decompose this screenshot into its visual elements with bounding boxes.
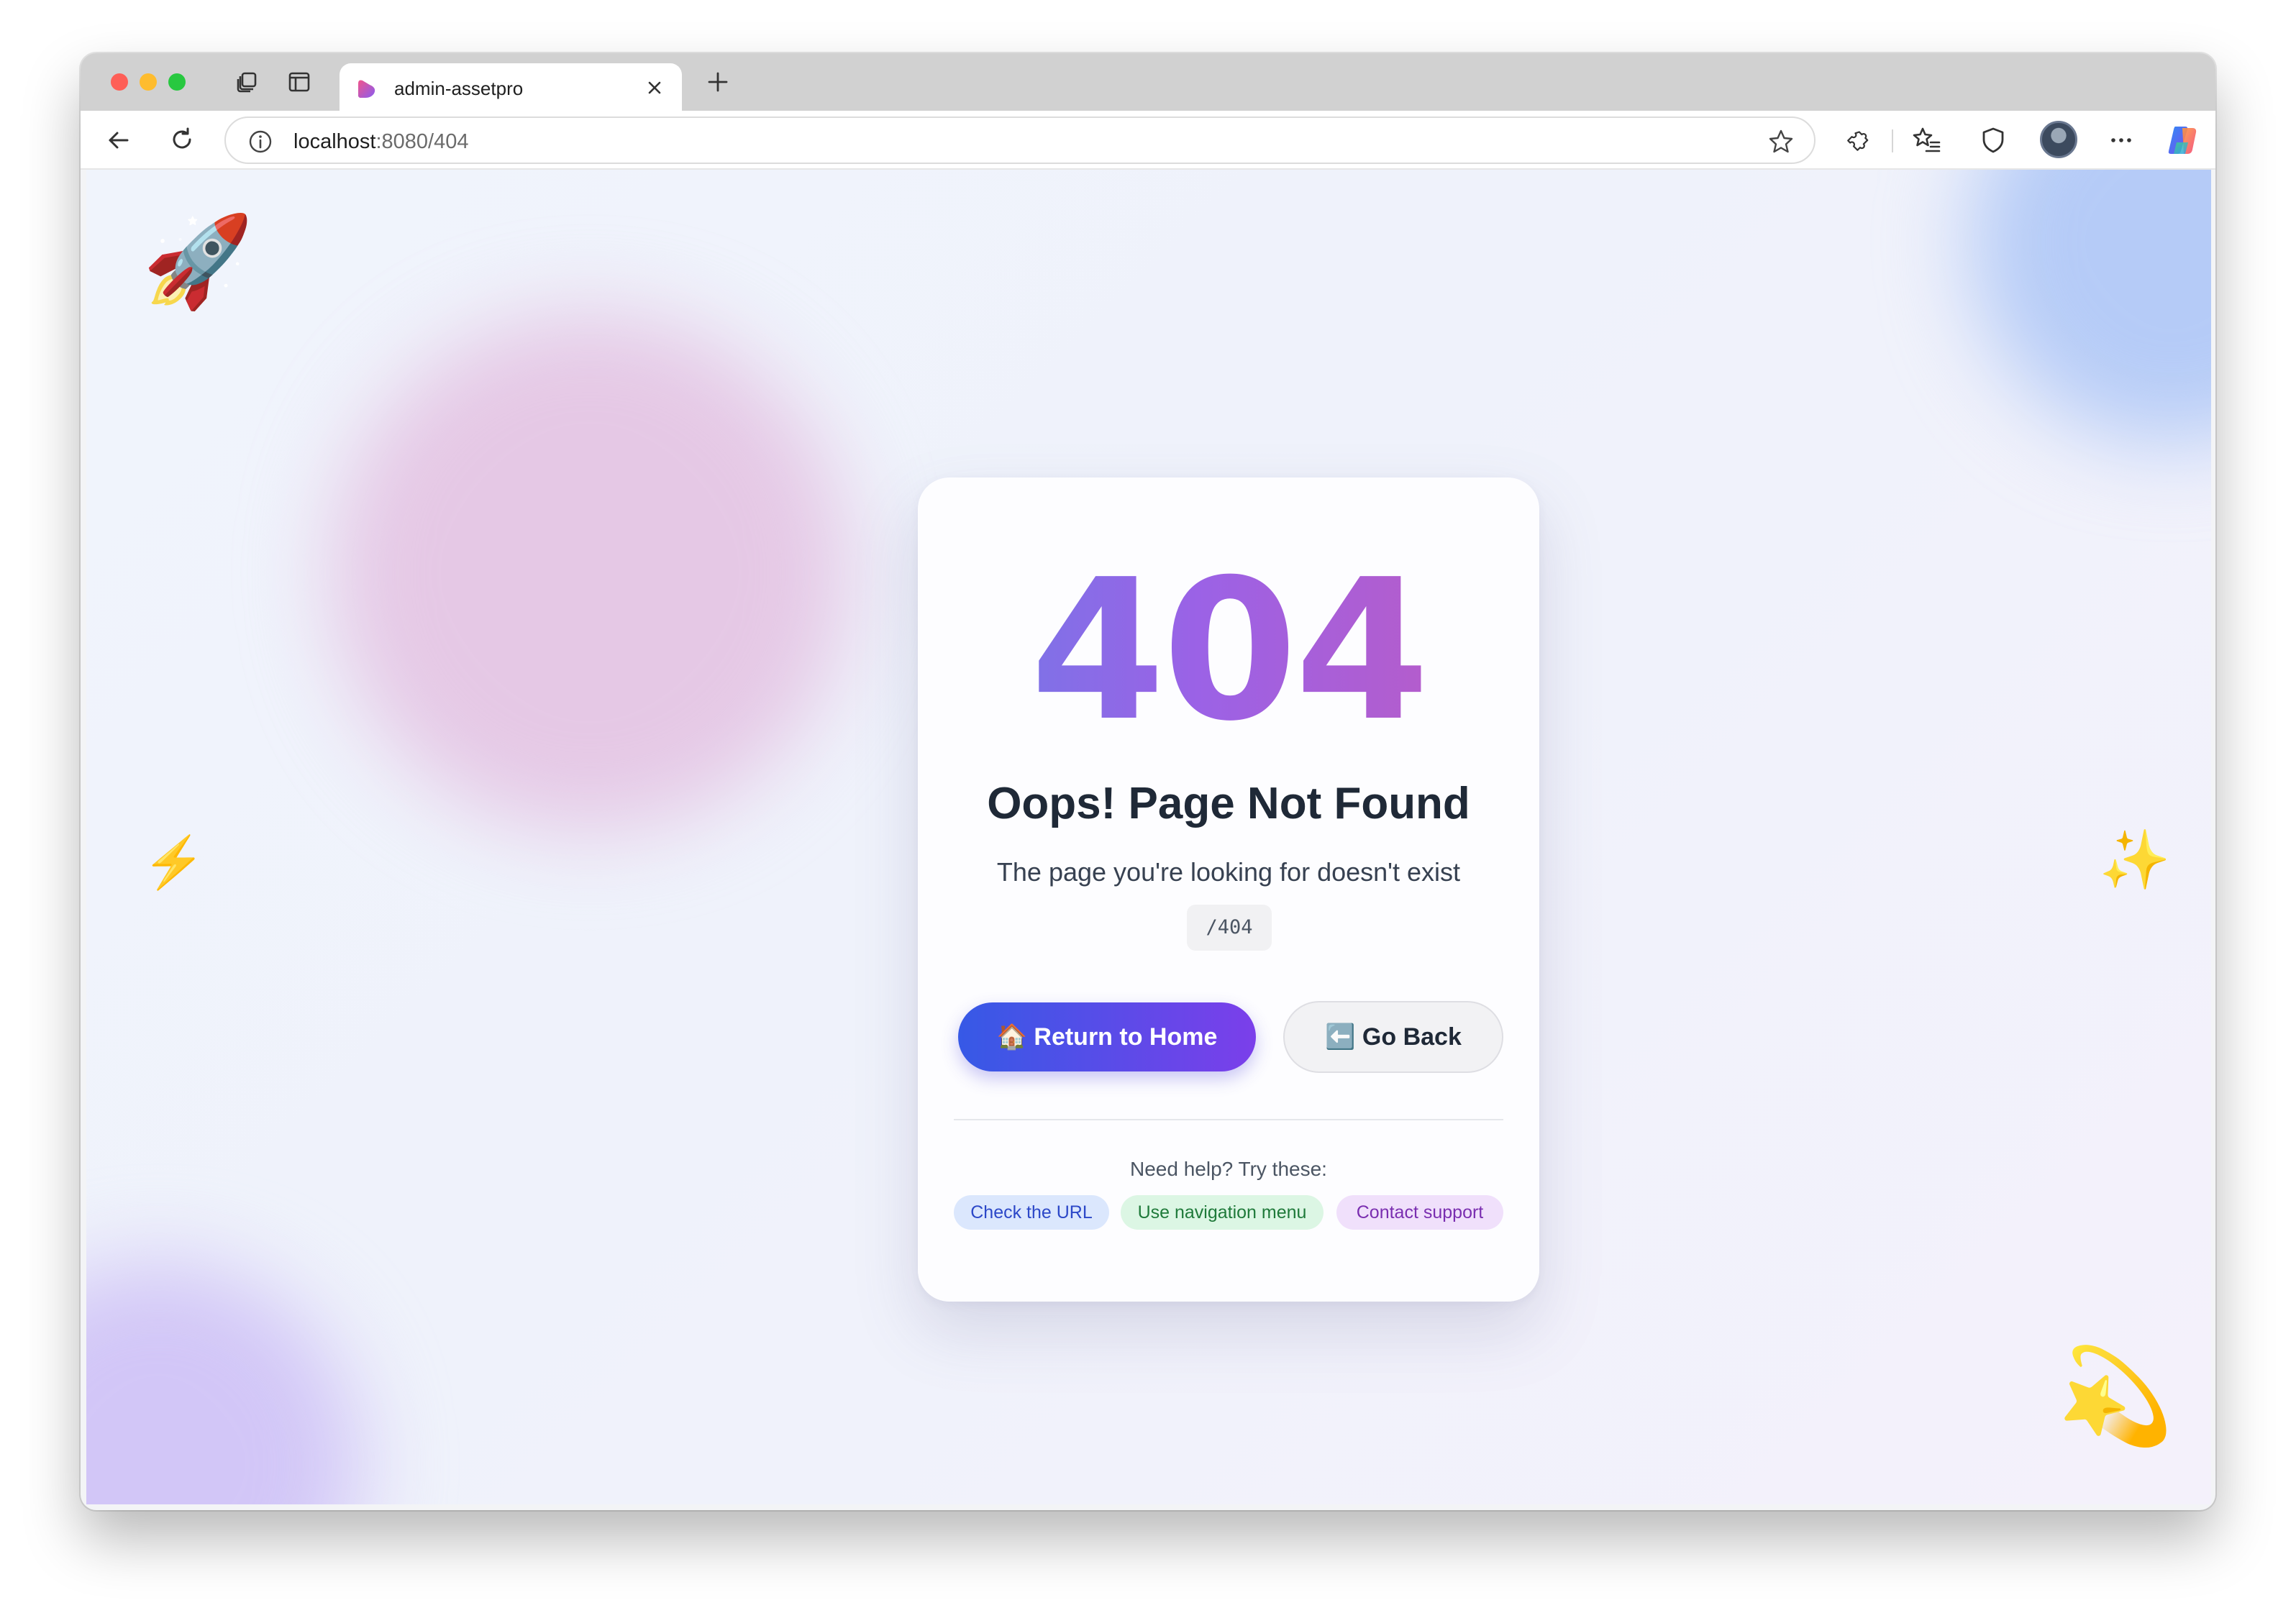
tab-title: admin-assetpro	[394, 78, 524, 99]
vertical-tabs-icon[interactable]	[285, 68, 314, 96]
go-back-button[interactable]: ⬅️ Go Back	[1283, 1001, 1503, 1073]
new-tab-icon[interactable]	[703, 68, 732, 96]
tab-admin-assetpro[interactable]: admin-assetpro	[340, 63, 682, 112]
page-title: Oops! Page Not Found	[987, 779, 1470, 828]
rocket-icon: 🚀	[142, 212, 254, 311]
maximize-window-button[interactable]	[168, 73, 186, 91]
info-icon[interactable]	[247, 129, 273, 155]
background-blob	[86, 1263, 360, 1504]
background-blob	[331, 314, 849, 831]
copilot-icon[interactable]	[2164, 121, 2202, 160]
check-url-chip[interactable]: Check the URL	[954, 1195, 1109, 1230]
reload-icon[interactable]	[165, 124, 199, 157]
avatar[interactable]	[2040, 121, 2077, 158]
page-content: 🚀 ⚡ ✨ 💫 404 Oops! Page Not Found The pag…	[86, 170, 2211, 1504]
star-icon[interactable]	[1767, 127, 1795, 156]
url-path: :8080/404	[375, 130, 469, 153]
workspaces-icon[interactable]	[233, 68, 262, 96]
favorites-icon[interactable]	[1910, 124, 1944, 157]
toolbar-separator	[1892, 129, 1893, 152]
tab-bar: admin-assetpro	[81, 53, 2215, 112]
return-home-button[interactable]: 🏠 Return to Home	[958, 1002, 1256, 1071]
arrow-left-icon[interactable]	[102, 124, 135, 157]
requested-path: /404	[1187, 905, 1272, 951]
help-text: Need help? Try these:	[1130, 1158, 1327, 1180]
puzzle-icon[interactable]	[1841, 124, 1874, 157]
error-description: The page you're looking for doesn't exis…	[996, 857, 1461, 887]
sparkle-icon: ✨	[2099, 828, 2171, 892]
error-code: 404	[918, 554, 1539, 748]
navigation-menu-chip[interactable]: Use navigation menu	[1121, 1195, 1324, 1230]
divider	[954, 1119, 1503, 1120]
error-card: 404 Oops! Page Not Found The page you're…	[918, 477, 1539, 1302]
close-window-button[interactable]	[111, 73, 128, 91]
url-host: localhost	[293, 130, 376, 153]
assetpro-favicon-icon	[358, 80, 375, 98]
shield-icon[interactable]	[1977, 124, 2010, 157]
address-bar[interactable]: localhost:8080/404	[224, 116, 1816, 164]
browser-toolbar: localhost:8080/404	[81, 111, 2215, 170]
url-text: localhost:8080/404	[293, 130, 468, 154]
shooting-star-icon: 💫	[2057, 1343, 2174, 1448]
contact-support-chip[interactable]: Contact support	[1336, 1195, 1503, 1230]
browser-window: admin-assetpro localhost:8080/404 🚀 ⚡ ✨ …	[81, 53, 2215, 1510]
more-icon[interactable]	[2105, 124, 2138, 157]
background-blob	[1971, 170, 2211, 443]
minimize-window-button[interactable]	[140, 73, 157, 91]
lightning-icon: ⚡	[142, 834, 206, 890]
close-icon[interactable]	[642, 75, 668, 101]
